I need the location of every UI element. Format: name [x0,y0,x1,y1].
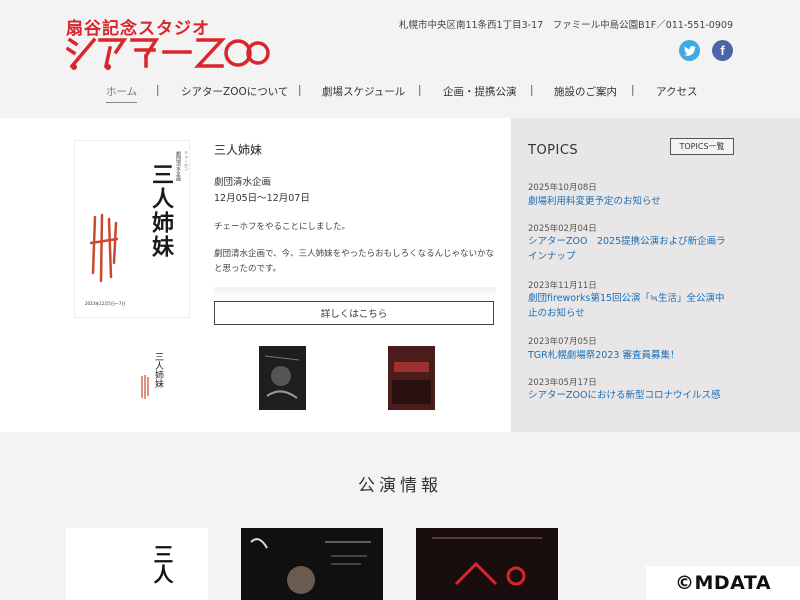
nav-item-projects[interactable]: 企画・提携公演 [443,84,517,99]
topic-link[interactable]: 劇場利用料変更予定のお知らせ [528,195,728,210]
nav-separator: | [156,84,160,96]
topics-list-button[interactable]: TOPICS一覧 [670,138,734,155]
topic-date: 2025年02月04日 [528,224,597,234]
nav-item-home[interactable]: ホーム [106,84,138,103]
featured-poster[interactable]: 三人姉妹 劇団清水企画 チェーホフ 2023年12月5日〜7日 [74,140,190,318]
nav-separator: | [530,84,534,96]
topics-heading: TOPICS [528,143,579,158]
site-header: 扇谷記念スタジオ 札幌市中央区南11条西1丁目3-17 ファミール中島公園B1F… [0,0,800,118]
nav-item-access[interactable]: アクセス [656,84,697,99]
facebook-link[interactable]: f [712,40,733,61]
address-text: 札幌市中央区南11条西1丁目3-17 ファミール中島公園B1F／011-551-… [398,20,733,31]
poster-brush-strokes [89,213,119,283]
nav-separator: | [418,84,422,96]
topic-date: 2025年10月08日 [528,183,597,193]
nav-item-schedule[interactable]: 劇場スケジュール [322,84,405,99]
nav-item-facilities[interactable]: 施設のご案内 [554,84,617,99]
poster-author: チェーホフ [184,151,189,171]
performance-card[interactable] [241,528,383,600]
topic-date: 2023年07月05日 [528,337,597,347]
featured-description-1: チェーホフをやることにしました。 [214,222,351,232]
poster-dates: 2023年12月5日〜7日 [85,301,126,306]
nav-separator: | [298,84,302,96]
topic-link[interactable]: シアターZOO 2025提携公演および新企画ラインナップ [528,235,728,264]
watermark: ©MDATA [646,566,800,600]
thumbnail-art [264,355,300,399]
thumbnail-poster-2[interactable] [259,346,306,410]
performance-card-art [250,538,371,594]
thumbnail-poster-1[interactable]: 三人姉妹 [136,346,176,408]
thumbnail-title: 三人姉妹 [153,352,163,388]
featured-dates: 12月05日～12月07日 [214,193,310,204]
performance-card-art [432,537,542,586]
thumbnail-art [388,346,435,410]
poster-title: 三人姉妹 [148,163,174,259]
text-fade-overlay [214,287,496,299]
performance-card-title: 三人 [150,544,174,584]
twitter-icon [683,45,696,56]
topic-link[interactable]: TGR札幌劇場祭2023 審査員募集！ [528,349,728,364]
nav-separator: | [631,84,635,96]
thumbnail-poster-3[interactable] [388,346,435,410]
twitter-link[interactable] [679,40,700,61]
topic-date: 2023年11月11日 [528,281,597,291]
nav-item-about[interactable]: シアターZOOについて [181,84,288,99]
thumbnail-brush-strokes [141,375,149,399]
performance-heading: 公演情報 [358,476,442,496]
performance-card[interactable]: 三人 [66,528,208,600]
facebook-icon: f [720,43,725,58]
topic-date: 2023年05月17日 [528,378,597,388]
topic-link[interactable]: 劇団fireworks第15回公演「≒生活」全公演中止のお知らせ [528,292,728,321]
main-nav: ホーム | シアターZOOについて | 劇場スケジュール | 企画・提携公演 |… [0,84,800,104]
topic-link[interactable]: シアターZOOにおける新型コロナウイルス感 [528,389,728,404]
poster-company: 劇団清水企画 [175,151,181,181]
logo[interactable] [66,34,271,70]
featured-title: 三人姉妹 [214,143,263,157]
featured-description-2: 劇団清水企画で、今、三人姉妹をやったらおもしろくなるんじゃないかなと思ったのです… [214,249,495,274]
performance-card[interactable] [416,528,558,600]
featured-company: 劇団清水企画 [214,177,272,188]
details-button[interactable]: 詳しくはこちら [214,301,494,325]
